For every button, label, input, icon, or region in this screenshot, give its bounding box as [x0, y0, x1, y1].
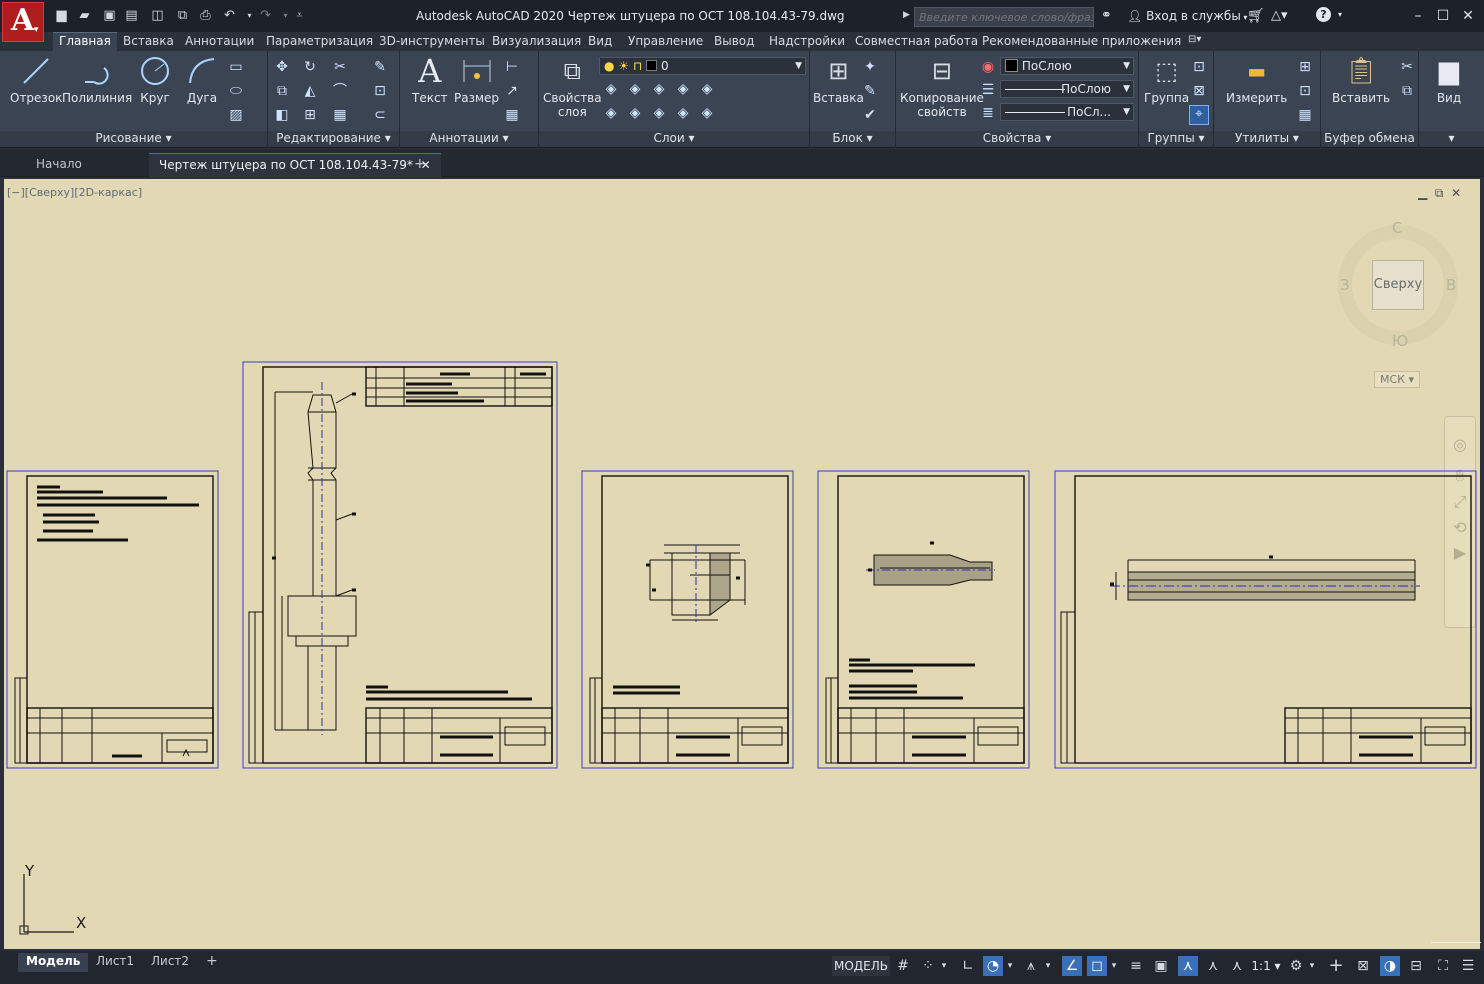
add-layout-button[interactable]: + [198, 953, 226, 972]
lineweight-display-icon[interactable]: ≡ [1126, 956, 1146, 976]
sheet-3-detail[interactable] [581, 470, 794, 769]
object-snap-icon[interactable]: ◻ [1087, 956, 1107, 976]
ucs-icon: Y X [18, 862, 108, 938]
canvas-resize-edge [1431, 942, 1481, 943]
object-snap-tracking-icon[interactable]: ∠ [1062, 956, 1082, 976]
grid-icon[interactable]: # [893, 956, 913, 976]
ucs-x-label: X [76, 914, 87, 932]
tab-sheet1[interactable]: Лист1 [88, 953, 142, 972]
osnap-dropdown-icon[interactable]: ▾ [1108, 956, 1120, 976]
sheet-4-section[interactable] [817, 470, 1030, 769]
ucs-y-label: Y [25, 862, 35, 880]
tab-model[interactable]: Модель [18, 953, 89, 972]
annotation-scale-icon[interactable]: ⋏ [1227, 956, 1247, 976]
polar-tracking-icon[interactable]: ◔ [983, 956, 1003, 976]
isodraft-dropdown-icon[interactable]: ▾ [1042, 956, 1054, 976]
chevron-down-icon: ▾ [34, 25, 39, 35]
transparency-icon[interactable]: ▣ [1151, 956, 1171, 976]
auto-scale-icon[interactable]: ⋏ [1203, 956, 1223, 976]
app-logo-letter: A [11, 3, 35, 38]
hardware-acceleration-icon[interactable]: ◑ [1380, 956, 1400, 976]
settings-dropdown-icon[interactable]: ▾ [1306, 956, 1318, 976]
sheet-2-shaft[interactable] [242, 361, 558, 769]
snap-dropdown-icon[interactable]: ▾ [938, 956, 950, 976]
isodraft-icon[interactable]: ⩚ [1021, 956, 1041, 976]
ortho-icon[interactable]: ∟ [958, 956, 978, 976]
annotation-scale-value[interactable]: 1:1 ▾ [1250, 956, 1282, 976]
customization-menu-icon[interactable]: ☰ [1458, 956, 1478, 976]
drawing-sheets-layer [6, 361, 1477, 769]
clean-screen-icon[interactable]: ⊟ [1406, 956, 1426, 976]
tab-sheet2[interactable]: Лист2 [143, 953, 197, 972]
isolate-objects-icon[interactable]: ⊠ [1353, 956, 1373, 976]
annotation-visibility-icon[interactable]: ⋏ [1178, 956, 1198, 976]
application-menu-button[interactable]: A ▾ [2, 2, 44, 42]
plus-icon[interactable]: + [1326, 956, 1346, 976]
sheet-1-text[interactable] [6, 470, 219, 769]
fullscreen-icon[interactable]: ⛶ [1433, 956, 1453, 976]
sheet-5-tube[interactable] [1054, 470, 1477, 769]
settings-icon[interactable]: ⚙ [1286, 956, 1306, 976]
snap-icon[interactable]: ⁘ [918, 956, 938, 976]
polar-dropdown-icon[interactable]: ▾ [1004, 956, 1016, 976]
model-space-toggle[interactable]: МОДЕЛЬ [832, 956, 890, 976]
